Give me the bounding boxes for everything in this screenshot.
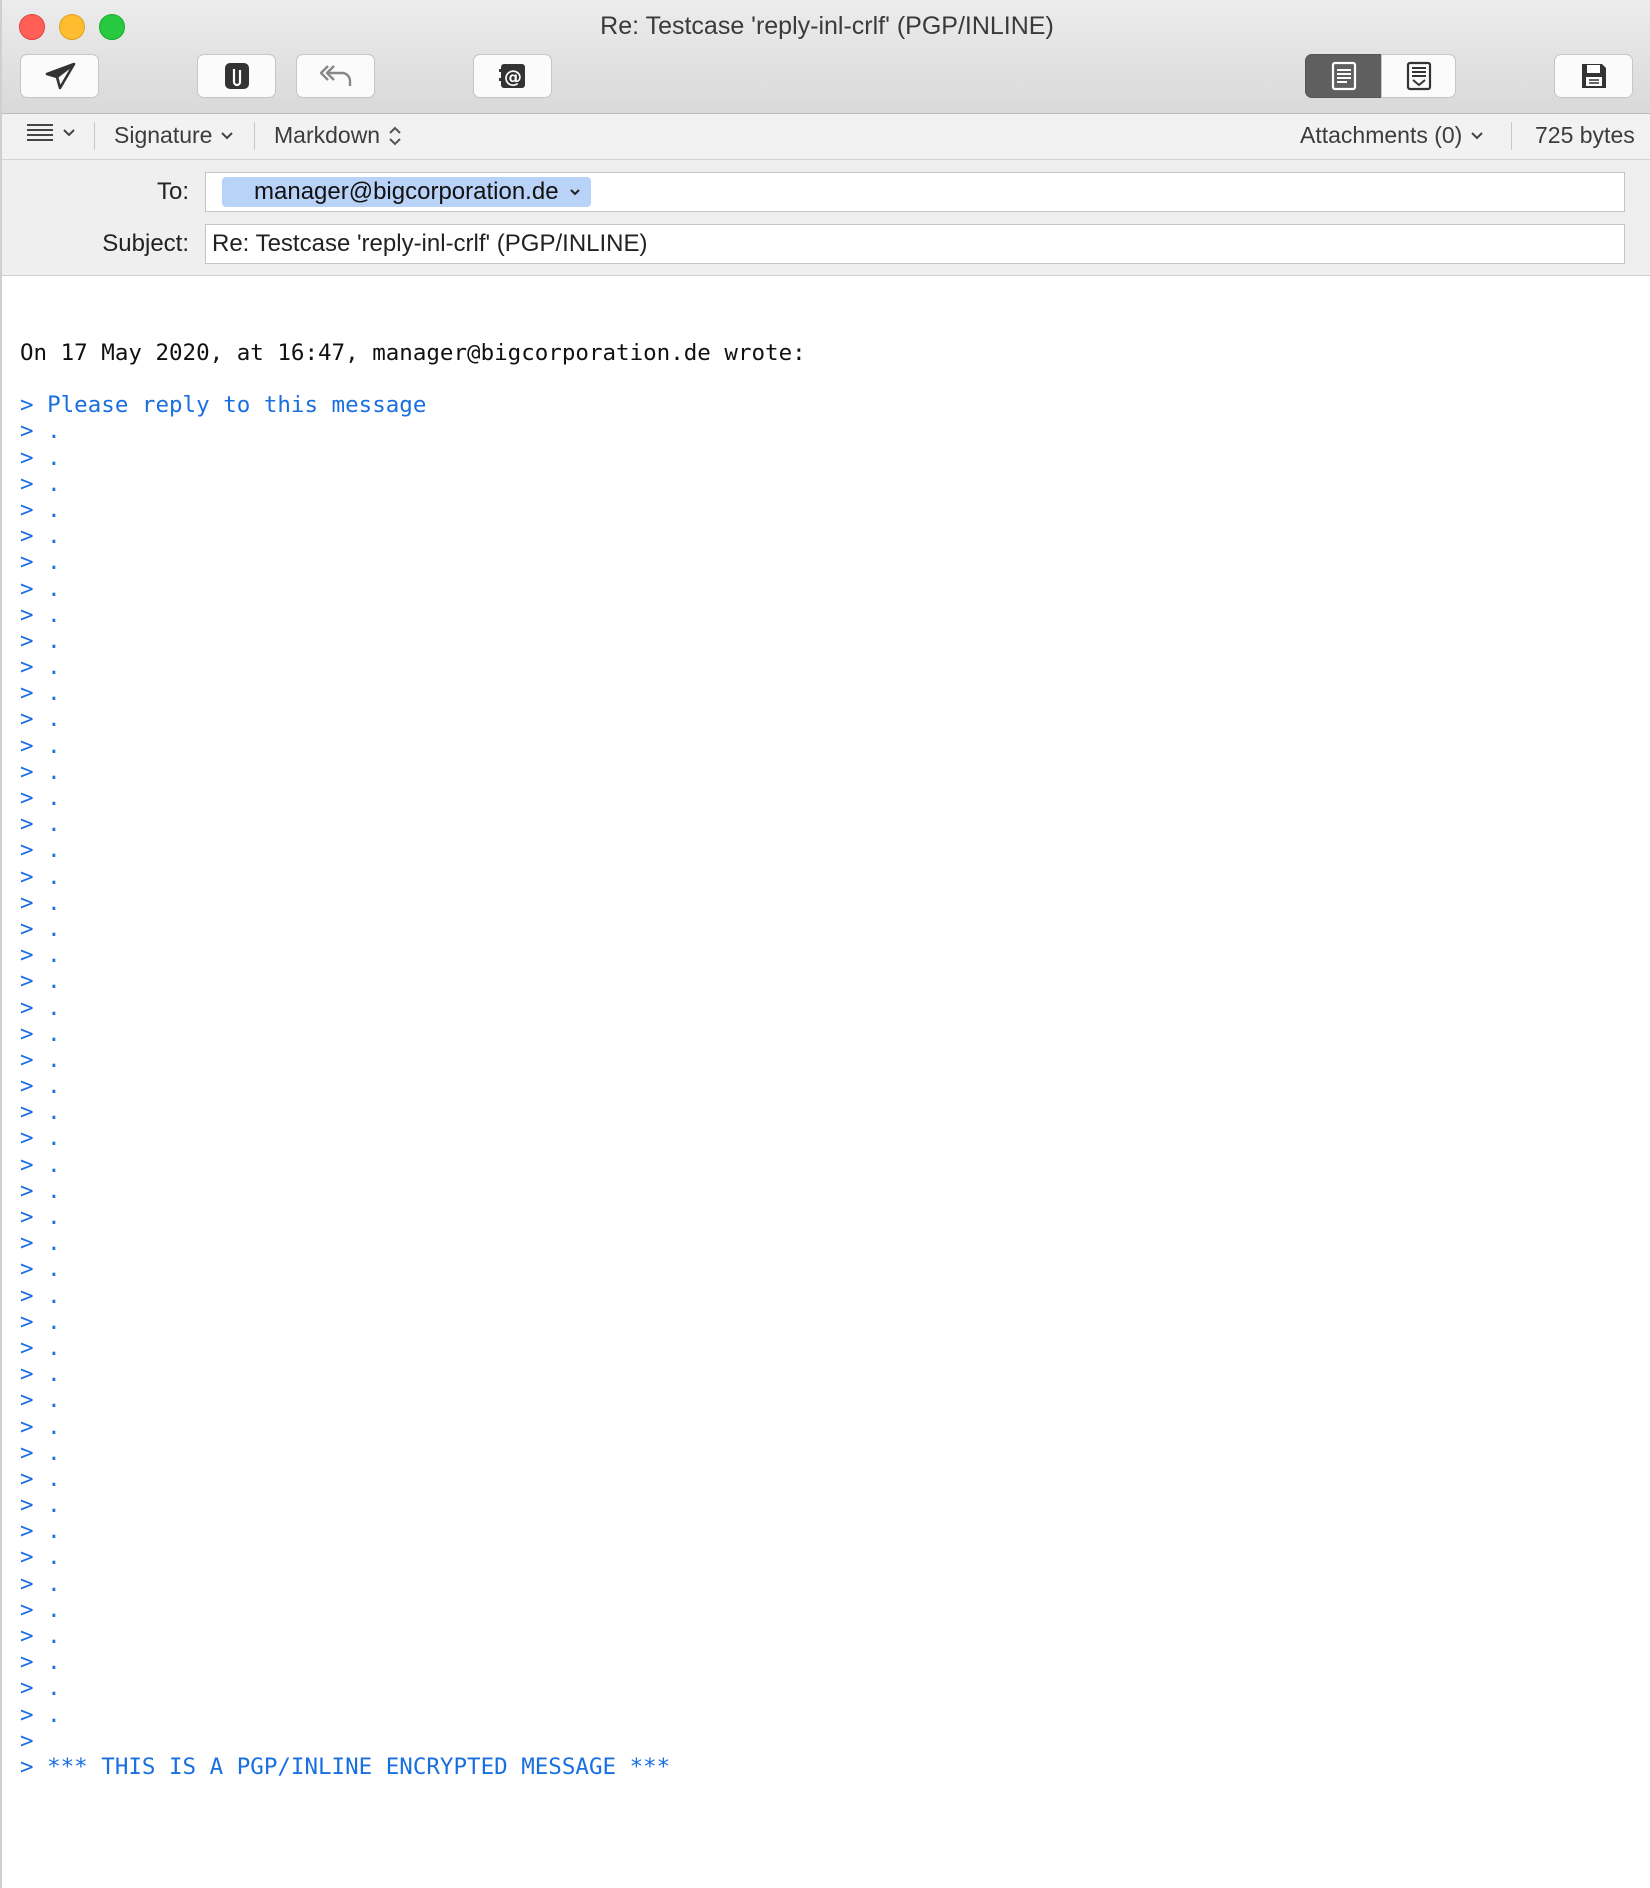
attach-button[interactable] [197,54,276,98]
quoted-line: > . [20,1256,61,1283]
quoted-line: > . [20,627,61,654]
quoted-line: > . [20,1387,61,1414]
quoted-line: > . [20,549,61,576]
quoted-line: > . [20,785,61,811]
address-book-button[interactable]: @ [473,54,552,98]
format-menu-button[interactable] [26,122,76,144]
reply-intro: On 17 May 2020, at 16:47, manager@bigcor… [20,340,806,366]
quoted-line: > . [20,758,61,785]
quoted-line: > . [20,523,61,550]
quoted-line: > . [20,470,61,497]
attachments-label: Attachments (0) [1300,122,1463,148]
quoted-text: > Please reply to this message > . > . > . >… [20,392,1640,1780]
attach-icon [224,63,249,89]
quoted-line: > . [20,1204,61,1230]
format-bar: Signature Markdown Attachments (0) 725 b… [2,114,1650,160]
quoted-line: > . [20,942,61,969]
quoted-line: > . [20,863,61,890]
quoted-line: > . [20,1413,61,1440]
quoted-line: > . [20,1623,61,1649]
svg-text:@: @ [504,67,522,88]
send-icon [45,62,75,90]
chevron-down-icon [1471,131,1484,139]
compose-window: Re: Testcase 'reply-inl-crlf' (PGP/INLIN… [0,0,1650,1888]
quoted-line: > . [20,732,61,759]
quoted-line: > . [20,1282,61,1309]
subject-label: Subject: [102,230,189,257]
preview-view-icon [1406,61,1431,91]
attachments-menu[interactable]: Attachments (0) [1300,122,1484,149]
quoted-line: > . [20,1230,61,1257]
quoted-line: > . [20,889,61,916]
markdown-menu[interactable]: Markdown [274,122,402,149]
up-down-chevron-icon [389,126,401,145]
quoted-line: > . [20,1492,61,1519]
quoted-line: > . [20,1361,61,1388]
preview-view-button[interactable] [1381,54,1456,98]
to-label: To: [156,178,189,205]
quoted-line: > . [20,1544,61,1571]
message-size: 725 bytes [1535,122,1635,149]
save-icon [1581,64,1606,88]
recipient-token[interactable]: manager@bigcorporation.de [222,177,591,207]
signature-menu[interactable]: Signature [114,122,234,149]
quoted-line: > . [20,1151,61,1178]
quoted-line: > . [20,1020,61,1047]
quoted-line: > . [20,968,61,995]
quoted-line: > . [20,1570,61,1597]
chevron-down-icon [63,129,75,137]
header-fields: To: manager@bigcorporation.de Subject: R… [2,160,1650,276]
quoted-line: > Please reply to this message [20,392,427,419]
send-button[interactable] [20,54,99,98]
quoted-line: > . [20,444,61,471]
quoted-line: > . [20,1177,61,1204]
save-button[interactable] [1554,54,1633,98]
to-field[interactable]: manager@bigcorporation.de [205,172,1625,212]
title-toolbar: Re: Testcase 'reply-inl-crlf' (PGP/INLIN… [2,0,1650,114]
quoted-line: > . [20,1518,61,1545]
reply-button[interactable] [296,54,375,98]
reply-icon [319,65,351,86]
signature-label: Signature [114,122,213,148]
chevron-down-icon [569,189,580,196]
quoted-line: > *** THIS IS A PGP/INLINE ENCRYPTED MES… [20,1753,671,1780]
quoted-line: > . [20,811,61,838]
recipient-address: manager@bigcorporation.de [254,178,559,205]
quoted-line: > . [20,418,61,445]
quoted-line: > . [20,654,61,681]
quoted-line: > . [20,915,61,942]
quoted-line: > . [20,496,61,523]
quoted-line: > . [20,575,61,602]
quoted-line: > . [20,1125,61,1152]
quoted-line: > . [20,706,61,733]
edit-view-button[interactable] [1305,54,1382,98]
window-title: Re: Testcase 'reply-inl-crlf' (PGP/INLIN… [600,12,1054,40]
edit-view-icon [1331,61,1356,91]
chevron-down-icon [221,131,234,139]
quoted-line: > . [20,837,61,864]
quoted-line: > . [20,680,61,707]
quoted-line: > . [20,1596,61,1623]
quoted-line: > . [20,1334,61,1361]
quoted-line: > . [20,1675,61,1702]
quoted-line: > . [20,1073,61,1100]
quoted-line: > [20,1727,34,1754]
quoted-line: > . [20,1308,61,1335]
quoted-line: > . [20,1046,61,1073]
quoted-line: > . [20,1465,61,1492]
message-body[interactable]: On 17 May 2020, at 16:47, manager@bigcor… [20,340,1640,1780]
markdown-label: Markdown [274,122,381,148]
subject-value: Re: Testcase 'reply-inl-crlf' (PGP/INLIN… [212,230,648,257]
subject-field[interactable]: Re: Testcase 'reply-inl-crlf' (PGP/INLIN… [205,224,1625,264]
list-icon [27,124,53,141]
address-icon: @ [498,64,525,88]
quoted-line: > . [20,1439,61,1466]
quoted-line: > . [20,601,61,628]
size-label: 725 bytes [1535,122,1635,148]
quoted-line: > . [20,1701,61,1728]
quoted-line: > . [20,994,61,1021]
quoted-line: > . [20,1649,61,1676]
quoted-line: > . [20,1099,61,1126]
